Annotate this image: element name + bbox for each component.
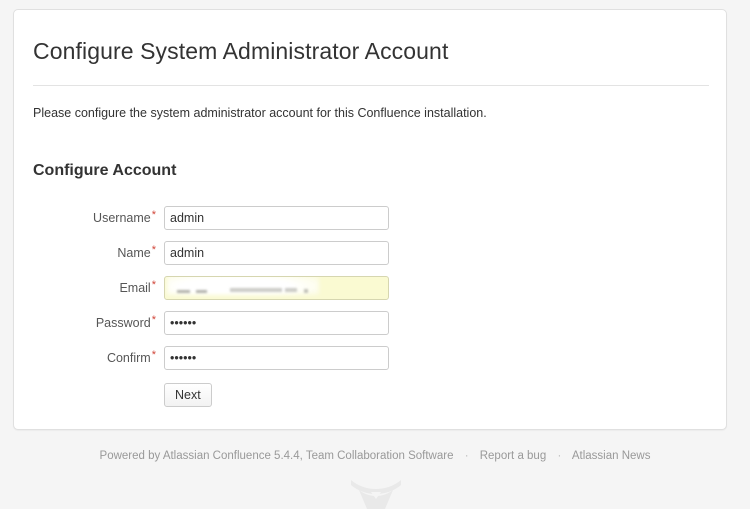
section-heading: Configure Account — [33, 162, 177, 179]
title-divider — [33, 85, 709, 86]
confluence-logo-icon — [345, 476, 407, 509]
username-label-text: Username — [93, 211, 151, 225]
name-label: Name* — [14, 241, 156, 261]
configure-account-form: Username* Name* Email* — [14, 206, 726, 407]
email-field-wrapper — [164, 276, 389, 300]
username-label: Username* — [14, 206, 156, 226]
password-label: Password* — [14, 311, 156, 331]
required-asterisk-icon: * — [151, 279, 156, 291]
page-footer: Powered by Atlassian Confluence 5.4.4, T… — [0, 450, 750, 462]
footer-separator: · — [464, 450, 469, 462]
form-row-email: Email* — [14, 276, 726, 311]
email-label: Email* — [14, 276, 156, 296]
form-row-name: Name* — [14, 241, 726, 276]
email-input[interactable] — [164, 276, 389, 300]
footer-powered-by: Powered by Atlassian Confluence 5.4.4, T… — [99, 450, 454, 462]
password-input[interactable] — [164, 311, 389, 335]
intro-description: Please configure the system administrato… — [33, 106, 487, 120]
report-a-bug-link[interactable]: Report a bug — [480, 450, 547, 462]
required-asterisk-icon: * — [151, 209, 156, 221]
page-title: Configure System Administrator Account — [33, 38, 449, 64]
confirm-label-text: Confirm — [106, 351, 151, 365]
username-input[interactable] — [164, 206, 389, 230]
next-button[interactable]: Next — [164, 383, 212, 407]
password-label-text: Password — [95, 316, 151, 330]
required-asterisk-icon: * — [151, 349, 156, 361]
name-label-text: Name — [117, 246, 151, 260]
atlassian-news-link[interactable]: Atlassian News — [572, 450, 651, 462]
required-asterisk-icon: * — [151, 314, 156, 326]
footer-separator: · — [557, 450, 562, 462]
name-input[interactable] — [164, 241, 389, 265]
required-asterisk-icon: * — [151, 244, 156, 256]
confirm-password-input[interactable] — [164, 346, 389, 370]
form-row-confirm: Confirm* — [14, 346, 726, 381]
confirm-label: Confirm* — [14, 346, 156, 366]
form-row-username: Username* — [14, 206, 726, 241]
setup-card: Configure System Administrator Account P… — [13, 9, 727, 430]
form-actions: Next — [14, 383, 726, 407]
email-label-text: Email — [119, 281, 151, 295]
form-row-password: Password* — [14, 311, 726, 346]
